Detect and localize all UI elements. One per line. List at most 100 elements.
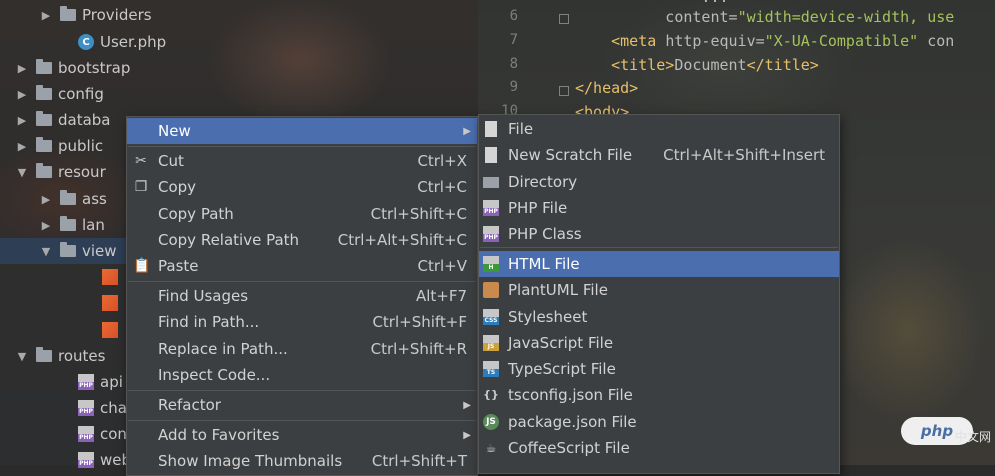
code-token: </title> xyxy=(746,56,819,74)
folder-icon xyxy=(60,216,76,231)
watermark-suffix: 中文网 xyxy=(954,430,991,444)
new-submenu: File New Scratch File Ctrl+Alt+Shift+Inser… xyxy=(478,114,840,474)
php-file-icon: PHP xyxy=(78,426,94,442)
chevron-right-icon[interactable]: ▶ xyxy=(16,62,28,75)
menu-item-show-image-thumbnails[interactable]: Show Image Thumbnails Ctrl+Shift+T xyxy=(127,448,477,474)
file-type-badge: JS xyxy=(483,343,499,351)
submenu-item-stylesheet[interactable]: CSS Stylesheet xyxy=(479,304,839,330)
code-token: "X-UA-Compatible" xyxy=(764,32,928,50)
tree-item[interactable]: ▶ config xyxy=(0,81,478,107)
submenu-item-plantuml-file[interactable]: PlantUML File xyxy=(479,277,839,303)
folder-icon xyxy=(36,111,52,126)
menu-item-label: Inspect Code... xyxy=(158,366,271,384)
menu-item-shortcut: Ctrl+Shift+F xyxy=(372,313,467,331)
folder-icon xyxy=(60,190,76,205)
submenu-separator xyxy=(480,247,838,248)
tree-item-label: lan xyxy=(82,216,105,234)
code-line[interactable]: ... xyxy=(575,0,728,6)
submenu-item-coffeescript-file[interactable]: ☕ CoffeeScript File xyxy=(479,435,839,461)
json-file-icon: {} xyxy=(483,388,499,401)
chevron-right-icon[interactable]: ▶ xyxy=(40,219,52,232)
submenu-item-php-class[interactable]: PHP PHP Class xyxy=(479,221,839,247)
tree-item-label: view xyxy=(82,242,117,260)
menu-item-find-in-path[interactable]: Find in Path... Ctrl+Shift+F xyxy=(127,309,477,335)
chevron-down-icon[interactable]: ▼ xyxy=(16,350,28,363)
submenu-item-html-file[interactable]: H HTML File xyxy=(479,251,839,277)
submenu-item-new-scratch-file[interactable]: New Scratch File Ctrl+Alt+Shift+Insert xyxy=(479,142,839,168)
menu-item-inspect-code[interactable]: Inspect Code... xyxy=(127,362,477,388)
menu-item-shortcut: Ctrl+Alt+Shift+C xyxy=(337,231,467,249)
class-icon: C xyxy=(78,34,94,50)
submenu-arrow-icon: ▶ xyxy=(463,125,471,137)
tree-item[interactable]: ▶ Providers xyxy=(0,2,478,28)
chevron-right-icon[interactable]: ▶ xyxy=(16,114,28,127)
menu-item-find-usages[interactable]: Find Usages Alt+F7 xyxy=(127,283,477,309)
menu-item-label: Find Usages xyxy=(158,287,249,305)
tree-item-label: bootstrap xyxy=(58,59,131,77)
menu-item-cut[interactable]: ✂ Cut Ctrl+X xyxy=(127,148,477,174)
tree-item[interactable]: ▶ bootstrap xyxy=(0,55,478,81)
scratch-file-icon xyxy=(485,147,497,163)
menu-item-label: Find in Path... xyxy=(158,313,260,331)
menu-item-label: New xyxy=(158,122,191,140)
code-line[interactable]: <title>Document</title> xyxy=(575,56,819,74)
code-line[interactable]: <meta http-equiv="X-UA-Compatible" con xyxy=(575,32,954,50)
menu-separator xyxy=(128,281,476,282)
folder-icon xyxy=(36,163,52,178)
menu-item-shortcut: Ctrl+Shift+R xyxy=(370,340,467,358)
tree-item-label: api xyxy=(100,373,123,391)
css-file-icon: CSS xyxy=(483,309,499,325)
code-line[interactable]: content="width=device-width, use xyxy=(575,8,954,26)
tree-item[interactable]: ▶CUser.php xyxy=(0,29,478,55)
menu-item-add-to-favorites[interactable]: Add to Favorites ▶ xyxy=(127,422,477,448)
chevron-right-icon[interactable]: ▶ xyxy=(16,88,28,101)
chevron-down-icon[interactable]: ▼ xyxy=(40,245,52,258)
typescript-file-icon: TS xyxy=(483,361,499,377)
submenu-item-package-json-file[interactable]: JS package.json File xyxy=(479,409,839,435)
php-badge: PHP xyxy=(78,460,94,468)
fold-marker-icon[interactable] xyxy=(559,14,569,24)
submenu-item-javascript-file[interactable]: JS JavaScript File xyxy=(479,330,839,356)
menu-item-refactor[interactable]: Refactor ▶ xyxy=(127,392,477,418)
submenu-arrow-icon: ▶ xyxy=(463,429,471,441)
fold-marker-icon[interactable] xyxy=(559,86,569,96)
submenu-item-label: PlantUML File xyxy=(508,281,608,299)
submenu-item-shortcut: Ctrl+Alt+Shift+Insert xyxy=(663,146,825,164)
menu-item-copy-relative-path[interactable]: Copy Relative Path Ctrl+Alt+Shift+C xyxy=(127,227,477,253)
php-file-icon: PHP xyxy=(78,374,94,390)
clipboard-icon: 📋 xyxy=(133,258,151,274)
menu-item-replace-in-path[interactable]: Replace in Path... Ctrl+Shift+R xyxy=(127,336,477,362)
chevron-down-icon[interactable]: ▼ xyxy=(16,166,28,179)
folder-icon xyxy=(36,85,52,100)
code-token: content= xyxy=(575,8,738,26)
code-token: ... xyxy=(575,0,728,6)
submenu-item-file[interactable]: File xyxy=(479,116,839,142)
chevron-right-icon[interactable]: ▶ xyxy=(40,9,52,22)
submenu-item-php-file[interactable]: PHP PHP File xyxy=(479,195,839,221)
menu-separator xyxy=(128,420,476,421)
menu-item-copy-path[interactable]: Copy Path Ctrl+Shift+C xyxy=(127,201,477,227)
submenu-item-typescript-file[interactable]: TS TypeScript File xyxy=(479,356,839,382)
submenu-item-tsconfig-json-file[interactable]: {} tsconfig.json File xyxy=(479,382,839,408)
menu-item-paste[interactable]: 📋 Paste Ctrl+V xyxy=(127,253,477,279)
chevron-right-icon[interactable]: ▶ xyxy=(16,140,28,153)
code-token: "width=device-width, use xyxy=(737,8,955,26)
menu-item-label: Refactor xyxy=(158,396,221,414)
menu-item-copy[interactable]: ❐ Copy Ctrl+C xyxy=(127,174,477,200)
scissors-icon: ✂ xyxy=(135,153,147,169)
menu-separator xyxy=(128,390,476,391)
submenu-item-label: File xyxy=(508,120,534,138)
javascript-file-icon: JS xyxy=(483,335,499,351)
tree-item-label: resour xyxy=(58,163,106,181)
menu-item-label: Copy Relative Path xyxy=(158,231,300,249)
chevron-right-icon[interactable]: ▶ xyxy=(40,193,52,206)
tree-item-label: con xyxy=(100,425,127,443)
folder-icon xyxy=(36,59,52,74)
menu-item-new[interactable]: New ▶ xyxy=(127,118,477,144)
submenu-item-label: PHP File xyxy=(508,199,568,217)
code-line[interactable]: </head> xyxy=(575,79,638,97)
code-token: </head> xyxy=(575,79,639,97)
submenu-item-directory[interactable]: Directory xyxy=(479,169,839,195)
submenu-item-label: JavaScript File xyxy=(508,334,614,352)
menu-item-label: Add to Favorites xyxy=(158,426,280,444)
